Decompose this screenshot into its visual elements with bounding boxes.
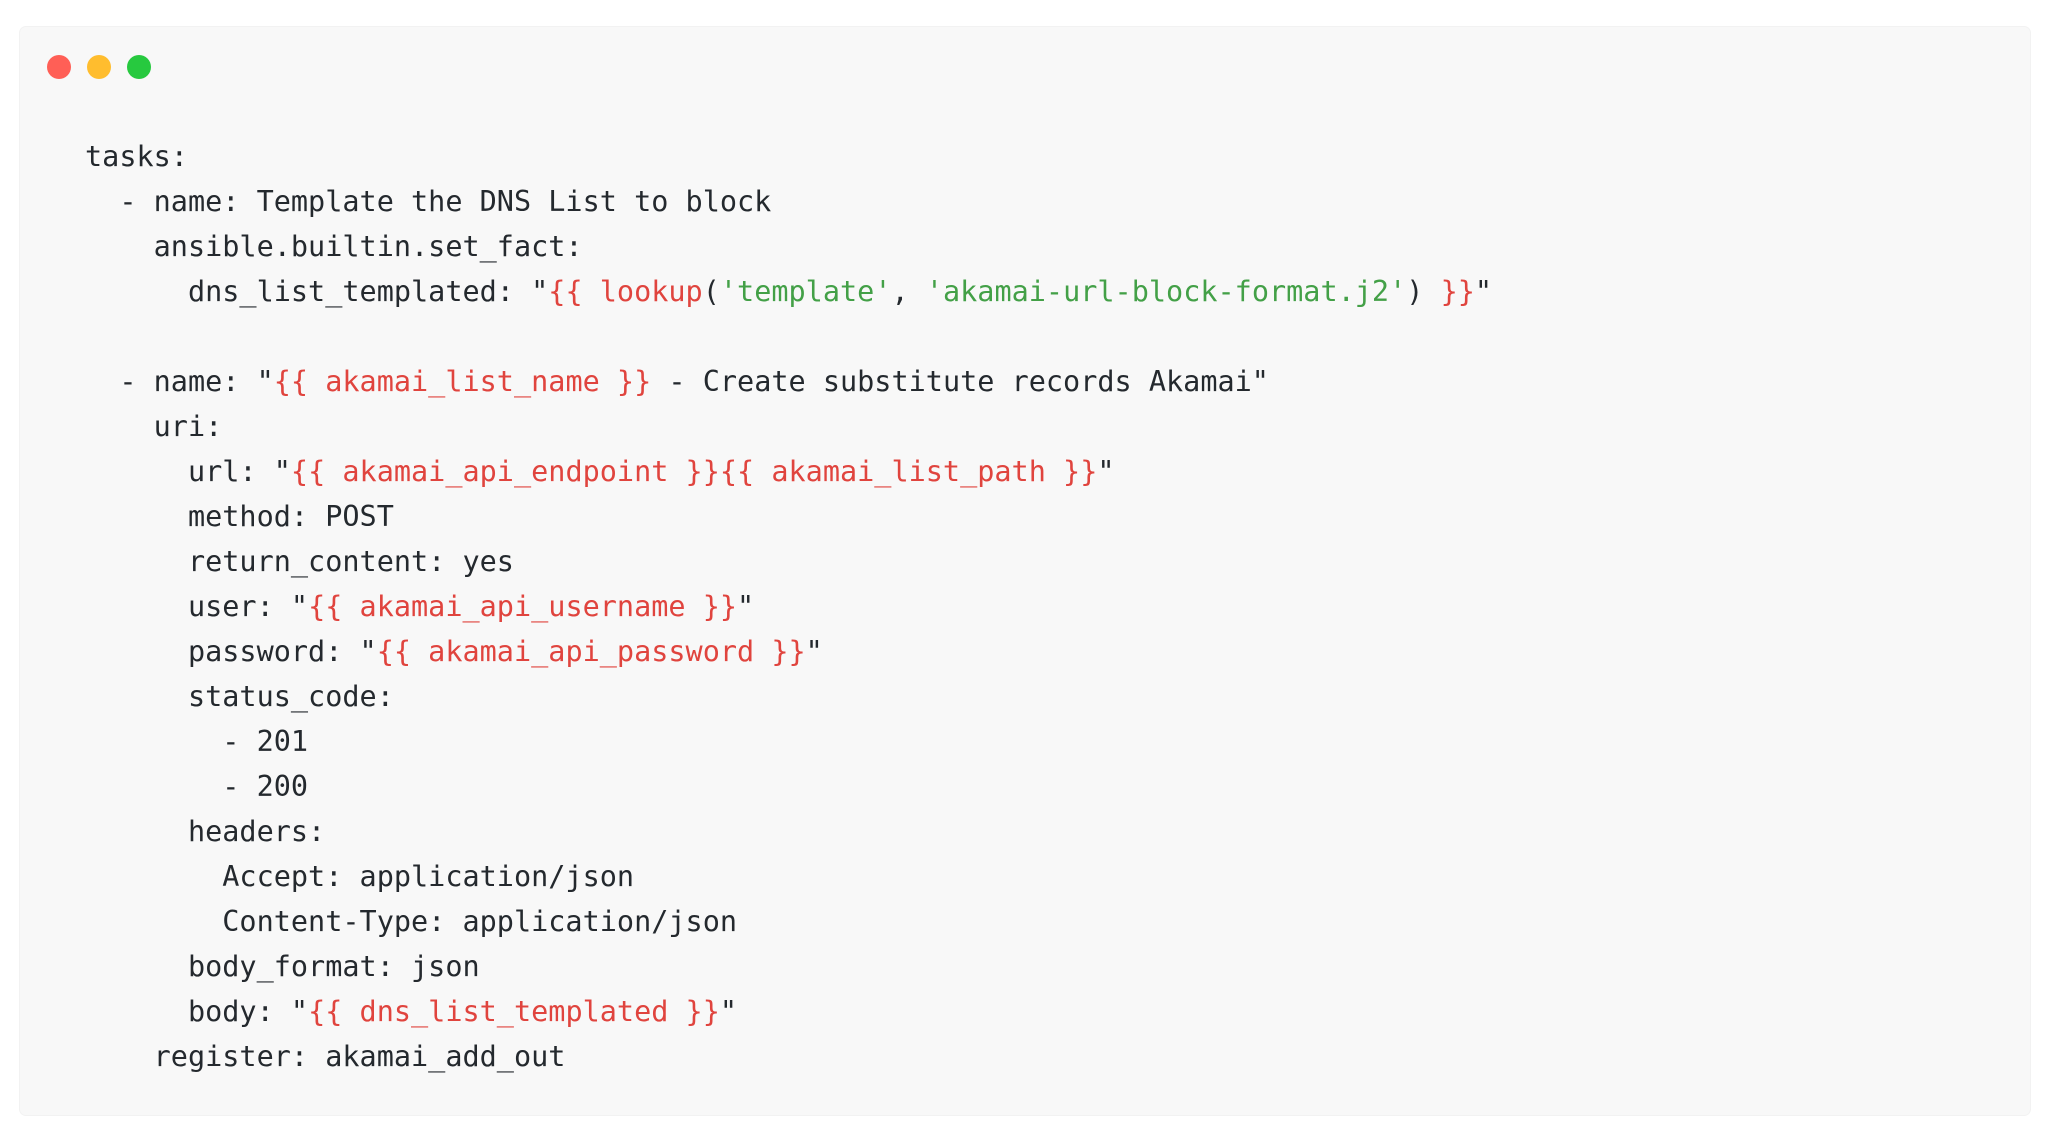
code-text: , xyxy=(891,275,926,308)
code-text: " xyxy=(1474,275,1493,308)
code-text: method: POST xyxy=(85,500,394,533)
code-block: tasks: - name: Template the DNS List to … xyxy=(85,134,1492,1079)
code-text: password: " xyxy=(85,635,377,668)
code-text: ( xyxy=(702,275,720,308)
code-line: password: "{{ akamai_api_password }}" xyxy=(85,629,1492,674)
code-line: tasks: xyxy=(85,134,1492,179)
code-line: register: akamai_add_out xyxy=(85,1034,1492,1079)
code-line: return_content: yes xyxy=(85,539,1492,584)
code-text: Content-Type: application/json xyxy=(85,905,738,938)
code-text: - 200 xyxy=(85,770,309,803)
maximize-dot-icon[interactable] xyxy=(127,55,151,79)
string-literal: 'template' xyxy=(719,275,892,308)
window-controls xyxy=(47,55,151,79)
code-text: " xyxy=(805,635,823,668)
close-dot-icon[interactable] xyxy=(47,55,71,79)
code-line: Content-Type: application/json xyxy=(85,899,1492,944)
code-line: Accept: application/json xyxy=(85,854,1492,899)
code-text: - name: Template the DNS List to block xyxy=(85,185,772,218)
template-expression: {{ lookup xyxy=(548,275,703,308)
template-expression: {{ akamai_api_endpoint }}{{ akamai_list_… xyxy=(290,455,1098,488)
code-text: body: " xyxy=(85,995,309,1028)
code-line: body_format: json xyxy=(85,944,1492,989)
string-literal: 'akamai-url-block-format.j2' xyxy=(925,275,1407,308)
template-expression: }} xyxy=(1440,275,1475,308)
code-line: method: POST xyxy=(85,494,1492,539)
code-text: - name: " xyxy=(85,365,274,398)
code-text: dns_list_templated: " xyxy=(85,275,549,308)
code-line: - name: Template the DNS List to block xyxy=(85,179,1492,224)
code-text: url: " xyxy=(85,455,291,488)
code-text: - 201 xyxy=(85,725,309,758)
code-text: ) xyxy=(1406,275,1441,308)
code-window: tasks: - name: Template the DNS List to … xyxy=(20,27,2030,1115)
code-line: - 201 xyxy=(85,719,1492,764)
code-text: return_content: yes xyxy=(85,545,514,578)
code-text: headers: xyxy=(85,815,326,848)
template-expression: {{ akamai_api_username }} xyxy=(308,590,738,623)
code-text: " xyxy=(737,590,755,623)
code-line: - name: "{{ akamai_list_name }} - Create… xyxy=(85,359,1492,404)
code-text: body_format: json xyxy=(85,950,480,983)
code-text: - Create substitute records Akamai" xyxy=(651,365,1269,398)
code-line: headers: xyxy=(85,809,1492,854)
code-text: tasks: xyxy=(85,140,188,173)
code-text: " xyxy=(1097,455,1115,488)
code-text: register: akamai_add_out xyxy=(85,1040,566,1073)
code-text: Accept: application/json xyxy=(85,860,635,893)
code-line: uri: xyxy=(85,404,1492,449)
code-line: url: "{{ akamai_api_endpoint }}{{ akamai… xyxy=(85,449,1492,494)
minimize-dot-icon[interactable] xyxy=(87,55,111,79)
code-text: uri: xyxy=(85,410,223,443)
code-line: dns_list_templated: "{{ lookup('template… xyxy=(85,269,1492,314)
template-expression: {{ akamai_api_password }} xyxy=(376,635,806,668)
template-expression: {{ dns_list_templated }} xyxy=(308,995,720,1028)
code-text: " xyxy=(719,995,738,1028)
template-expression: {{ akamai_list_name }} xyxy=(273,365,652,398)
code-line: - 200 xyxy=(85,764,1492,809)
code-line: status_code: xyxy=(85,674,1492,719)
code-line: user: "{{ akamai_api_username }}" xyxy=(85,584,1492,629)
code-line: ansible.builtin.set_fact: xyxy=(85,224,1492,269)
code-text: status_code: xyxy=(85,680,394,713)
code-text: user: " xyxy=(85,590,309,623)
code-text: ansible.builtin.set_fact: xyxy=(85,230,583,263)
code-line: body: "{{ dns_list_templated }}" xyxy=(85,989,1492,1034)
